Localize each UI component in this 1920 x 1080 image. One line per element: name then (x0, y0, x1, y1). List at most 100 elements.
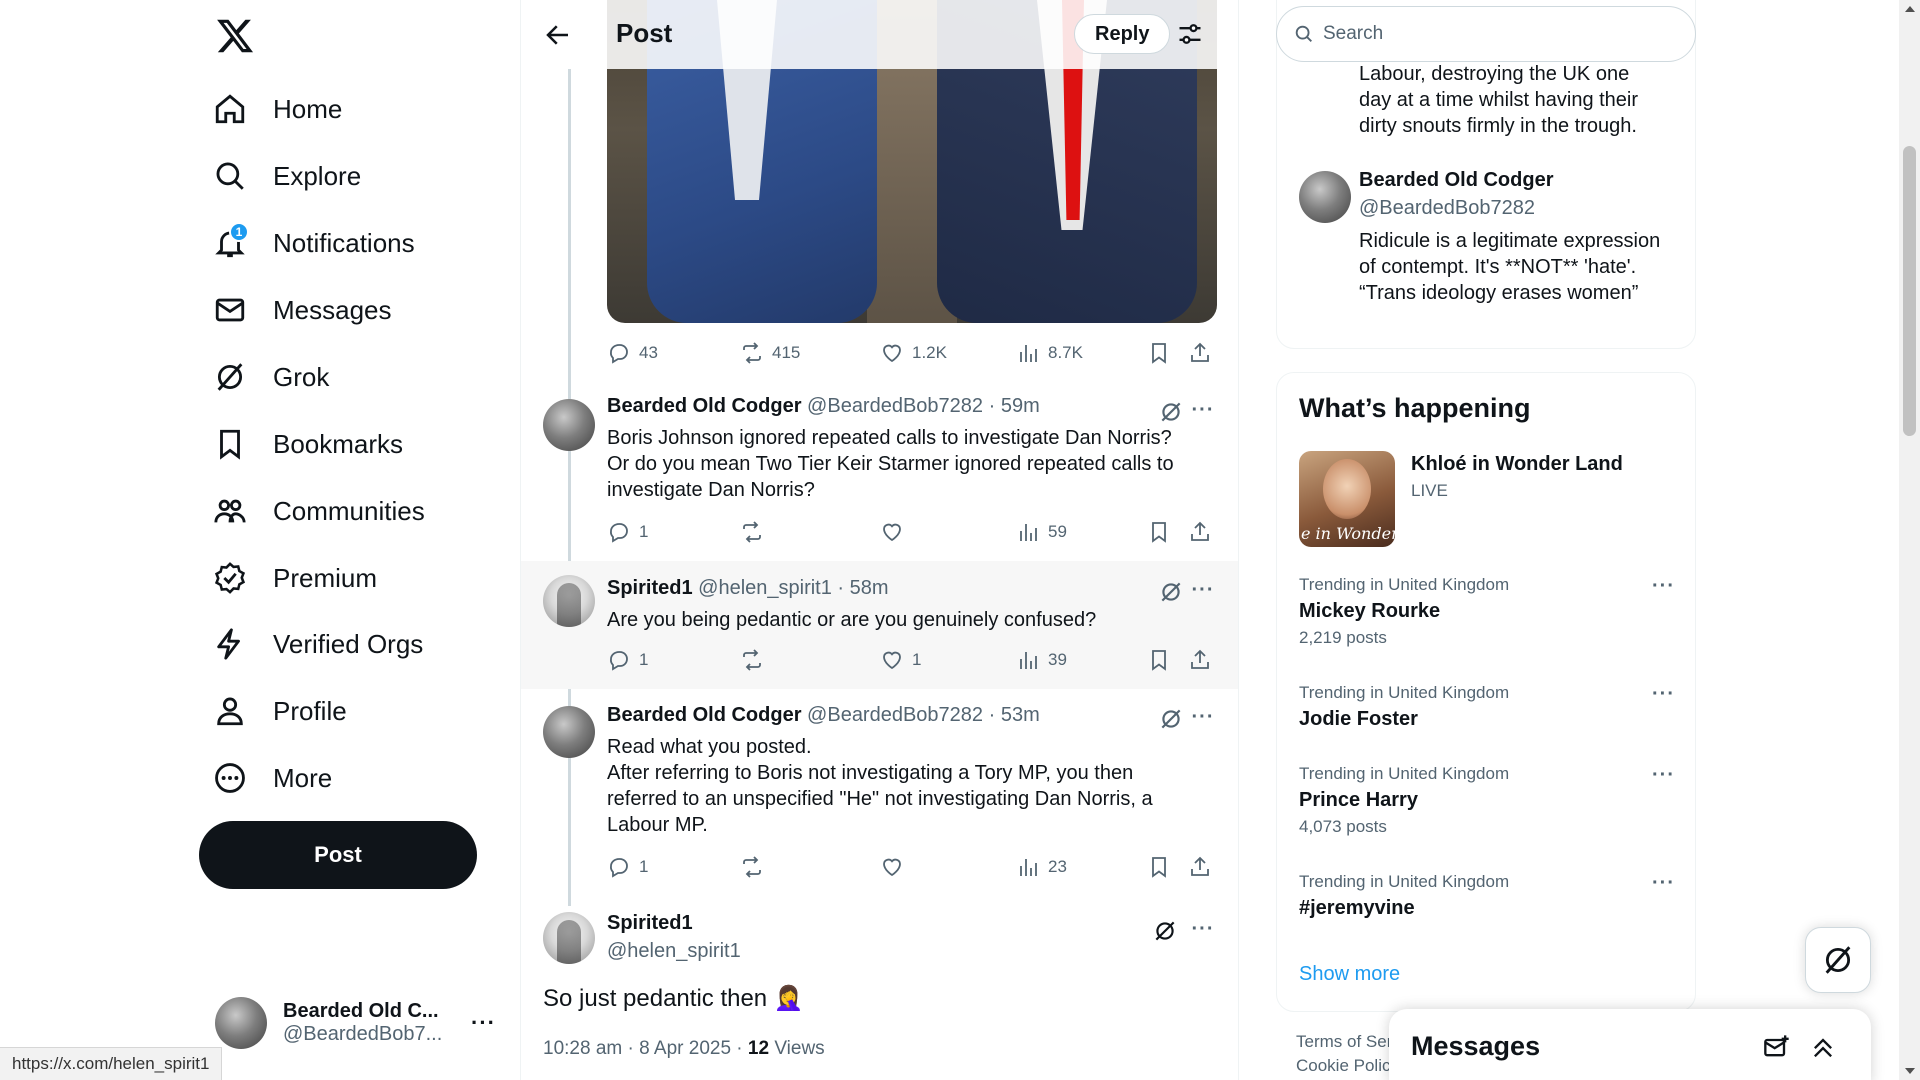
avatar[interactable] (543, 399, 595, 451)
nav-more[interactable]: More (213, 750, 332, 806)
author-name[interactable]: Bearded Old Codger (607, 704, 801, 726)
grok-icon (213, 360, 247, 394)
reply-button[interactable]: Reply (1074, 14, 1171, 54)
show-more-link[interactable]: Show more (1299, 963, 1400, 986)
share-action[interactable] (1188, 645, 1212, 675)
scroll-up-arrow-icon[interactable] (1905, 6, 1915, 12)
author-handle[interactable]: @helen_spirit1 (698, 577, 832, 599)
reply-post[interactable]: Bearded Old Codger @BeardedBob7282 · 59m… (521, 385, 1238, 543)
views-action[interactable]: 8.7K (1016, 338, 1083, 368)
live-thumbnail[interactable]: e in Wonder l (1299, 451, 1395, 547)
post-text: Read what you posted. After referring to… (607, 736, 1153, 836)
avatar[interactable] (543, 575, 595, 627)
new-message-icon[interactable] (1763, 1033, 1791, 1061)
avatar[interactable] (1299, 171, 1351, 223)
more-dots-icon[interactable]: ··· (1652, 683, 1675, 706)
trend-item[interactable]: Trending in United Kingdom Prince Harry … (1299, 764, 1675, 837)
nav-profile[interactable]: Profile (213, 683, 347, 739)
author-handle[interactable]: @BeardedBob7282 (807, 395, 983, 417)
repost-action[interactable] (740, 852, 764, 882)
share-action[interactable] (1188, 517, 1212, 547)
repost-action[interactable]: 415 (740, 338, 800, 368)
nav-bookmarks[interactable]: Bookmarks (213, 416, 403, 472)
share-action[interactable] (1188, 852, 1212, 882)
grok-icon[interactable] (1158, 579, 1184, 605)
nav-explore-label: Explore (273, 160, 362, 191)
more-dots-icon[interactable]: ··· (1190, 577, 1216, 603)
search-input[interactable] (1323, 23, 1663, 45)
like-action[interactable] (880, 852, 904, 882)
scrollbar-thumb[interactable] (1903, 146, 1916, 436)
timestamp-text[interactable]: 10:28 am · 8 Apr 2025 · (543, 1038, 748, 1059)
account-switcher[interactable]: Bearded Old C... @BeardedBob7... ··· (215, 993, 505, 1053)
author-name[interactable]: Spirited1 (607, 577, 693, 599)
reply-action[interactable]: 1 (607, 645, 648, 675)
nav-grok[interactable]: Grok (213, 349, 329, 405)
bookmark-action[interactable] (1147, 338, 1171, 368)
nav-communities[interactable]: Communities (213, 483, 425, 539)
repost-action[interactable] (740, 517, 764, 547)
author-name[interactable]: Bearded Old Codger (607, 395, 801, 417)
post-author-name[interactable]: Spirited1 (607, 912, 693, 935)
messages-drawer[interactable]: Messages (1389, 1009, 1871, 1080)
grok-icon[interactable] (1158, 706, 1184, 732)
user-handle[interactable]: @BeardedBob7282 (1359, 197, 1535, 220)
more-dots-icon[interactable]: ··· (1652, 872, 1675, 895)
views-action[interactable]: 23 (1016, 852, 1067, 882)
scroll-down-arrow-icon[interactable] (1905, 1068, 1915, 1074)
trend-item[interactable]: Trending in United Kingdom Jodie Foster … (1299, 683, 1675, 731)
avatar[interactable] (543, 706, 595, 758)
more-dots-icon[interactable]: ··· (1652, 764, 1675, 787)
reply-action[interactable]: 1 (607, 517, 648, 547)
post-author-handle[interactable]: @helen_spirit1 (607, 940, 741, 963)
bookmark-action[interactable] (1147, 517, 1171, 547)
sliders-icon[interactable] (1176, 20, 1204, 48)
grok-floating-button[interactable] (1805, 927, 1871, 993)
nav-verified-orgs[interactable]: Verified Orgs (213, 616, 423, 672)
avatar[interactable] (543, 912, 595, 964)
nav-communities-label: Communities (273, 495, 425, 526)
search-box[interactable] (1276, 6, 1696, 62)
nav-notifications[interactable]: 1 Notifications (213, 215, 415, 271)
bookmark-action[interactable] (1147, 852, 1171, 882)
more-dots-icon[interactable]: ··· (1652, 575, 1675, 598)
post-time[interactable]: 58m (850, 577, 889, 599)
user-bio: Ridicule is a legitimate expression of c… (1359, 230, 1661, 304)
views-action[interactable]: 59 (1016, 517, 1067, 547)
views-action[interactable]: 39 (1016, 645, 1067, 675)
share-action[interactable] (1188, 338, 1212, 368)
post-button[interactable]: Post (199, 821, 477, 889)
user-name[interactable]: Bearded Old Codger (1359, 169, 1553, 192)
more-dots-icon[interactable]: ··· (1190, 704, 1216, 730)
nav-premium[interactable]: Premium (213, 550, 377, 606)
more-dots-icon[interactable]: ··· (1190, 397, 1216, 423)
more-dots-icon[interactable]: ··· (471, 1010, 496, 1036)
x-logo-icon[interactable] (215, 16, 255, 56)
reply-action[interactable]: 43 (607, 338, 658, 368)
bookmark-action[interactable] (1147, 645, 1171, 675)
reply-post[interactable]: Bearded Old Codger @BeardedBob7282 · 53m… (521, 692, 1238, 892)
reply-action[interactable]: 1 (607, 852, 648, 882)
more-dots-icon[interactable]: ··· (1190, 916, 1216, 942)
repost-action[interactable] (740, 645, 764, 675)
cookie-policy-link[interactable]: Cookie Polic (1296, 1054, 1392, 1078)
like-action[interactable] (880, 517, 904, 547)
like-action[interactable]: 1 (880, 645, 921, 675)
like-action[interactable]: 1.2K (880, 338, 947, 368)
nav-home[interactable]: Home (213, 81, 342, 137)
terms-link[interactable]: Terms of Ser (1296, 1030, 1392, 1054)
post-time[interactable]: 53m (1001, 704, 1040, 726)
trend-item[interactable]: Trending in United Kingdom Mickey Rourke… (1299, 575, 1675, 648)
live-title[interactable]: Khloé in Wonder Land (1411, 453, 1623, 476)
author-handle[interactable]: @BeardedBob7282 (807, 704, 983, 726)
nav-messages[interactable]: Messages (213, 282, 392, 338)
page-scrollbar[interactable] (1899, 0, 1920, 1080)
nav-explore[interactable]: Explore (213, 148, 361, 204)
expand-chevrons-icon[interactable] (1809, 1033, 1837, 1061)
back-arrow-icon[interactable] (543, 20, 573, 50)
grok-icon[interactable] (1158, 399, 1184, 425)
post-time[interactable]: 59m (1001, 395, 1040, 417)
trend-item[interactable]: Trending in United Kingdom #jeremyvine ·… (1299, 872, 1675, 920)
grok-icon[interactable] (1152, 918, 1178, 944)
reply-post[interactable]: Spirited1 @helen_spirit1 · 58m ··· Are y… (521, 561, 1238, 689)
